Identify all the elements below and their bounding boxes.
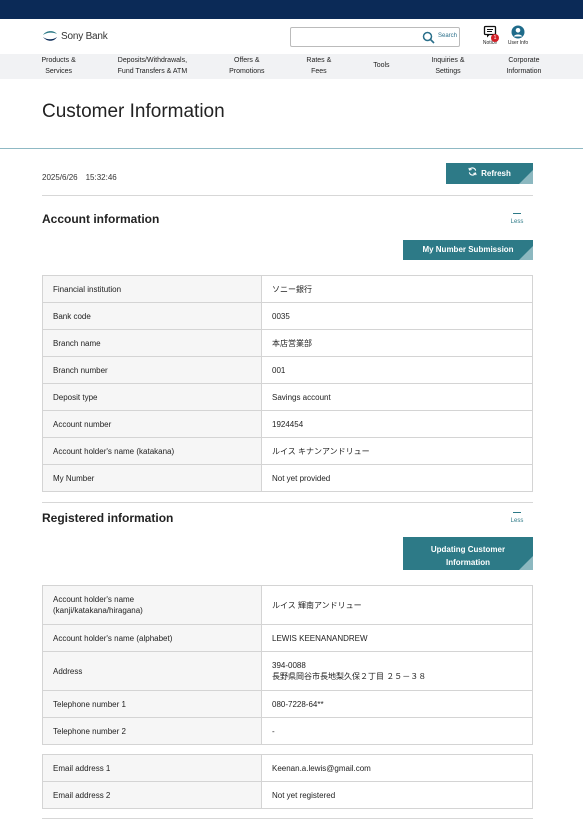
nav-tools[interactable]: Tools <box>373 61 389 72</box>
row-value: - <box>261 717 533 745</box>
table-row: Account holder's name (katakana) ルイス キナンア… <box>42 437 533 465</box>
table-row: Telephone number 2- <box>42 717 533 745</box>
row-value: 本店営業部 <box>261 329 533 357</box>
table-row: Branch number 001 <box>42 356 533 384</box>
row-value: 394-0088 長野県岡谷市長地梨久保２丁目 ２５－３８ <box>261 651 533 691</box>
registered-information-title: Registered information <box>42 511 174 525</box>
logo-text: Sony Bank <box>61 30 108 42</box>
account-less-label: Less <box>510 219 524 225</box>
search-input[interactable] <box>295 30 415 44</box>
row-key: Branch name <box>42 329 262 357</box>
table-row: Bank code 0035 <box>42 302 533 330</box>
section-divider <box>42 502 533 503</box>
registered-less-label: Less <box>510 518 524 524</box>
sony-bank-logo[interactable]: Sony Bank <box>42 29 108 43</box>
row-key: Email address 1 <box>42 754 262 782</box>
sony-bank-logo-icon <box>42 29 58 43</box>
table-row: Telephone number 1 080-7228-64** <box>42 690 533 718</box>
nav-products-services[interactable]: Products & Services <box>42 56 76 77</box>
timestamp-row: 2025/6/26 15:32:46 Refresh <box>42 163 533 196</box>
row-value: ルイス 輝南アンドリュー <box>261 585 533 625</box>
search-box: Search <box>290 27 460 47</box>
table-row: Address 394-0088 長野県岡谷市長地梨久保２丁目 ２５－３８ <box>42 651 533 691</box>
row-value: ルイス キナンアンドリュー <box>261 437 533 465</box>
user-info-button[interactable]: User Info <box>506 25 530 46</box>
row-key: Telephone number 2 <box>42 717 262 745</box>
main-navigation: Products & Services Deposits/Withdrawals… <box>0 54 583 79</box>
registered-less-toggle[interactable]: Less <box>508 512 526 524</box>
page-title: Customer Information <box>42 101 225 122</box>
row-key: Account holder's name (alphabet) <box>42 624 262 652</box>
nav-deposits-transfers-atm[interactable]: Deposits/Withdrawals, Fund Transfers & A… <box>118 56 188 77</box>
row-key: Account number <box>42 410 262 438</box>
email-information-table: Email address 1 Keenan.a.lewis@gmail.com … <box>42 754 533 809</box>
row-key: Bank code <box>42 302 262 330</box>
account-information-table: Financial institution ソニー銀行 Bank code 0035… <box>42 275 533 492</box>
user-icon <box>511 25 525 39</box>
search-label[interactable]: Search <box>438 33 457 39</box>
row-value: LEWIS KEENANANDREW <box>261 624 533 652</box>
timestamp: 2025/6/26 15:32:46 <box>42 173 117 182</box>
refresh-button[interactable]: Refresh <box>446 163 533 184</box>
table-row: Account number 1924454 <box>42 410 533 438</box>
row-value: Not yet provided <box>261 464 533 492</box>
collapse-icon <box>513 213 521 214</box>
table-row: Financial institution ソニー銀行 <box>42 275 533 303</box>
row-value: Savings account <box>261 383 533 411</box>
row-value: Not yet registered <box>261 781 533 809</box>
nav-inquiries-settings[interactable]: Inquiries & Settings <box>431 56 464 77</box>
nav-corporate-information[interactable]: Corporate Information <box>506 56 541 77</box>
row-key: Account holder's name (katakana) <box>42 437 262 465</box>
row-value: 1924454 <box>261 410 533 438</box>
row-key: My Number <box>42 464 262 492</box>
account-information-title: Account information <box>42 212 160 226</box>
top-bar <box>0 0 583 19</box>
update-customer-information-button[interactable]: Updating Customer Information <box>403 537 533 570</box>
site-header: Sony Bank Search 1 Notice User Info <box>0 19 583 54</box>
row-key: Deposit type <box>42 383 262 411</box>
row-key: Financial institution <box>42 275 262 303</box>
table-row: Email address 1 Keenan.a.lewis@gmail.com <box>42 754 533 782</box>
row-value: 001 <box>261 356 533 384</box>
row-value: Keenan.a.lewis@gmail.com <box>261 754 533 782</box>
table-row: Branch name 本店営業部 <box>42 329 533 357</box>
refresh-icon <box>468 163 477 184</box>
table-row: Account holder's name (alphabet) LEWIS KE… <box>42 624 533 652</box>
registered-information-table: Account holder's name (kanji/katakana/hi… <box>42 585 533 745</box>
table-row: Deposit type Savings account <box>42 383 533 411</box>
row-value: 080-7228-64** <box>261 690 533 718</box>
notice-label: Notice <box>482 40 498 46</box>
table-row: Account holder's name (kanji/katakana/hi… <box>42 585 533 625</box>
notice-badge: 1 <box>491 34 499 42</box>
user-info-label: User Info <box>507 40 529 46</box>
row-key: Account holder's name (kanji/katakana/hi… <box>42 585 262 625</box>
row-key: Address <box>42 651 262 691</box>
collapse-icon <box>513 512 521 513</box>
my-number-submission-button[interactable]: My Number Submission <box>403 240 533 260</box>
row-key: Telephone number 1 <box>42 690 262 718</box>
page-title-area: Customer Information <box>0 79 583 149</box>
notice-button[interactable]: 1 Notice <box>478 25 502 46</box>
refresh-label: Refresh <box>481 169 511 178</box>
row-value: 0035 <box>261 302 533 330</box>
nav-rates-fees[interactable]: Rates & Fees <box>306 56 331 77</box>
table-row: Email address 2 Not yet registered <box>42 781 533 809</box>
table-row: My Number Not yet provided <box>42 464 533 492</box>
account-less-toggle[interactable]: Less <box>508 213 526 225</box>
nav-offers-promotions[interactable]: Offers & Promotions <box>229 56 264 77</box>
search-icon[interactable] <box>422 31 435 44</box>
row-value: ソニー銀行 <box>261 275 533 303</box>
row-key: Email address 2 <box>42 781 262 809</box>
row-key: Branch number <box>42 356 262 384</box>
section-divider <box>42 818 533 819</box>
